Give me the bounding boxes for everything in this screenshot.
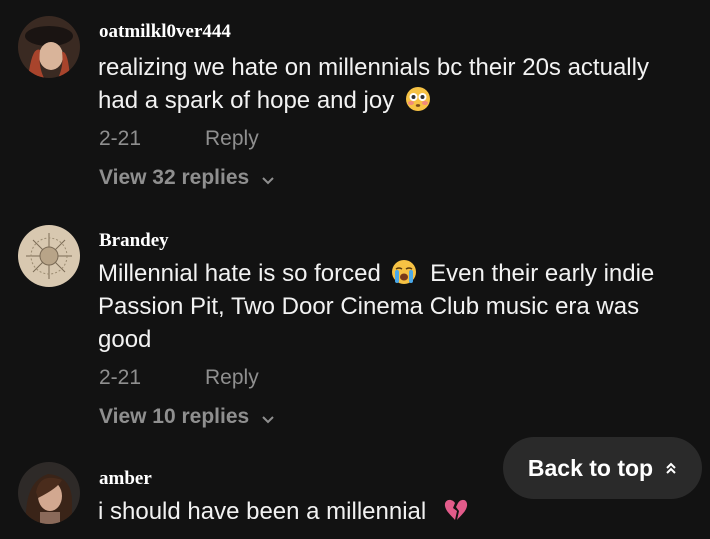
comment-text-line: i should have been a millennial — [98, 498, 427, 525]
broken-heart-emoji — [444, 499, 467, 520]
username[interactable]: amber — [99, 468, 152, 490]
back-to-top-button[interactable]: Back to top — [503, 437, 702, 499]
back-to-top-label: Back to top — [527, 454, 654, 481]
comment-text: i should have been a millennial — [98, 495, 698, 528]
avatar[interactable] — [18, 462, 80, 524]
double-chevron-up-icon — [666, 462, 676, 474]
